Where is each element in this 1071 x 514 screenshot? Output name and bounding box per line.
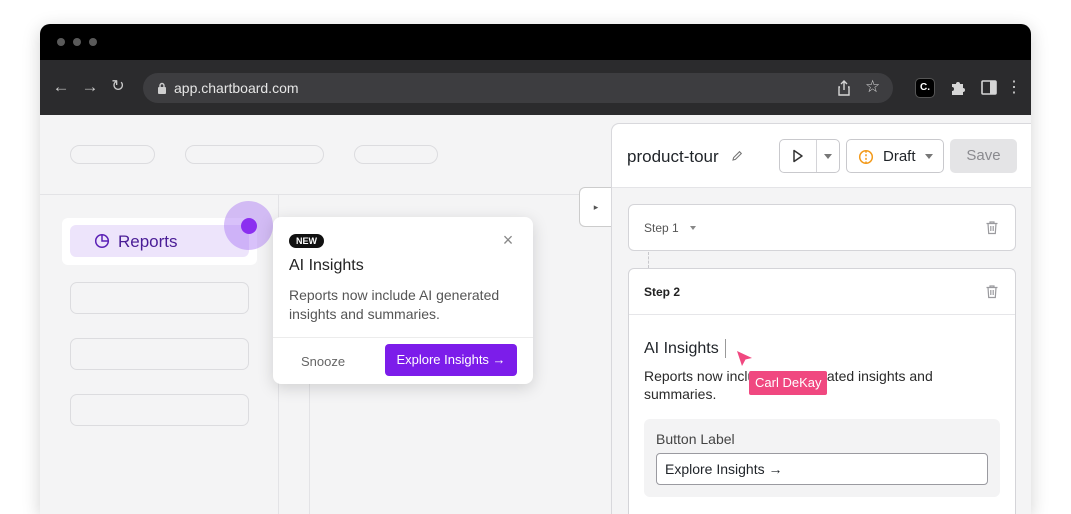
step-title-editor[interactable]: AI Insights bbox=[644, 340, 719, 358]
browser-window: ← → ↻ app.chartboard.com ☆ C. ⋮ Reports … bbox=[40, 24, 1031, 514]
step-label: Step 1 bbox=[644, 221, 679, 235]
status-dropdown[interactable]: Draft bbox=[846, 139, 944, 173]
url-text: app.chartboard.com bbox=[174, 80, 299, 96]
step-card: Step 2 AI Insights Reports now include A… bbox=[628, 268, 1016, 514]
lock-icon bbox=[158, 82, 166, 94]
back-icon[interactable]: ← bbox=[51, 77, 71, 97]
button-separator bbox=[816, 140, 817, 172]
close-icon[interactable]: × bbox=[499, 231, 517, 249]
trash-icon[interactable] bbox=[985, 220, 999, 235]
collaborator-cursor-icon bbox=[737, 351, 752, 366]
share-icon[interactable] bbox=[837, 80, 851, 96]
collaborator-name-tag: Carl DeKay bbox=[749, 371, 828, 395]
button-label-heading: Button Label bbox=[656, 431, 735, 447]
button-label-input[interactable]: Explore Insights → bbox=[656, 453, 988, 485]
collapse-panel-button[interactable]: ▸ bbox=[579, 187, 612, 227]
sidebar-toggle-icon[interactable] bbox=[981, 80, 997, 95]
step-connector bbox=[648, 252, 649, 268]
close-window-button[interactable] bbox=[57, 38, 65, 46]
maximize-window-button[interactable] bbox=[89, 38, 97, 46]
edit-pencil-icon[interactable] bbox=[731, 150, 743, 162]
new-badge: NEW bbox=[289, 234, 324, 248]
chevron-down-icon bbox=[925, 154, 933, 159]
popover-title: AI Insights bbox=[289, 257, 364, 274]
popover-divider bbox=[273, 337, 533, 338]
tour-name[interactable]: product-tour bbox=[627, 147, 719, 167]
placeholder-nav-1 bbox=[70, 145, 155, 164]
chartboard-extension-icon[interactable]: C. bbox=[915, 78, 935, 98]
placeholder-nav-2 bbox=[185, 145, 324, 164]
tour-editor-panel: product-tour Draft Save Step 1 Step 2 AI… bbox=[611, 123, 1031, 514]
step-header: Step 2 bbox=[629, 269, 1015, 315]
status-label: Draft bbox=[883, 148, 916, 165]
minimize-window-button[interactable] bbox=[73, 38, 81, 46]
placeholder-sidebar-item bbox=[70, 282, 249, 314]
sidebar-item-reports[interactable]: Reports bbox=[70, 225, 249, 257]
placeholder-sidebar-item bbox=[70, 338, 249, 370]
header-divider bbox=[40, 194, 610, 195]
tour-popover: NEW × AI Insights Reports now include AI… bbox=[273, 217, 533, 384]
save-button[interactable]: Save bbox=[950, 139, 1017, 173]
trash-icon[interactable] bbox=[985, 284, 999, 299]
title-bar bbox=[40, 24, 1031, 60]
beacon-dot[interactable] bbox=[241, 218, 257, 234]
bookmark-star-icon[interactable]: ☆ bbox=[865, 77, 880, 97]
chevron-down-icon[interactable] bbox=[824, 154, 832, 159]
puzzle-extensions-icon[interactable] bbox=[949, 79, 967, 97]
address-bar[interactable]: app.chartboard.com ☆ bbox=[143, 73, 893, 103]
placeholder-sidebar-item bbox=[70, 394, 249, 426]
step-card[interactable]: Step 1 bbox=[628, 204, 1016, 251]
app-content: Reports NEW × AI Insights Reports now in… bbox=[40, 115, 1031, 514]
play-icon[interactable] bbox=[792, 149, 804, 163]
step-label: Step 2 bbox=[644, 285, 681, 299]
menu-dots-icon[interactable]: ⋮ bbox=[1004, 78, 1024, 98]
popover-body: Reports now include AI generated insight… bbox=[289, 287, 500, 322]
draft-status-icon bbox=[858, 149, 874, 165]
button-label-section: Button Label Explore Insights → bbox=[644, 419, 1000, 497]
reload-icon[interactable]: ↻ bbox=[108, 77, 128, 97]
explore-insights-button[interactable]: Explore Insights → bbox=[385, 344, 517, 376]
editor-header: product-tour Draft Save bbox=[612, 124, 1031, 188]
placeholder-nav-3 bbox=[354, 145, 438, 164]
forward-icon[interactable]: → bbox=[80, 77, 100, 97]
preview-button-group bbox=[779, 139, 840, 173]
pie-chart-icon bbox=[94, 233, 110, 249]
text-caret bbox=[725, 339, 726, 358]
sidebar-item-label: Reports bbox=[118, 232, 178, 251]
chevron-down-icon[interactable] bbox=[690, 226, 696, 230]
browser-toolbar: ← → ↻ app.chartboard.com ☆ C. ⋮ bbox=[40, 60, 1031, 115]
snooze-button[interactable]: Snooze bbox=[301, 354, 345, 369]
